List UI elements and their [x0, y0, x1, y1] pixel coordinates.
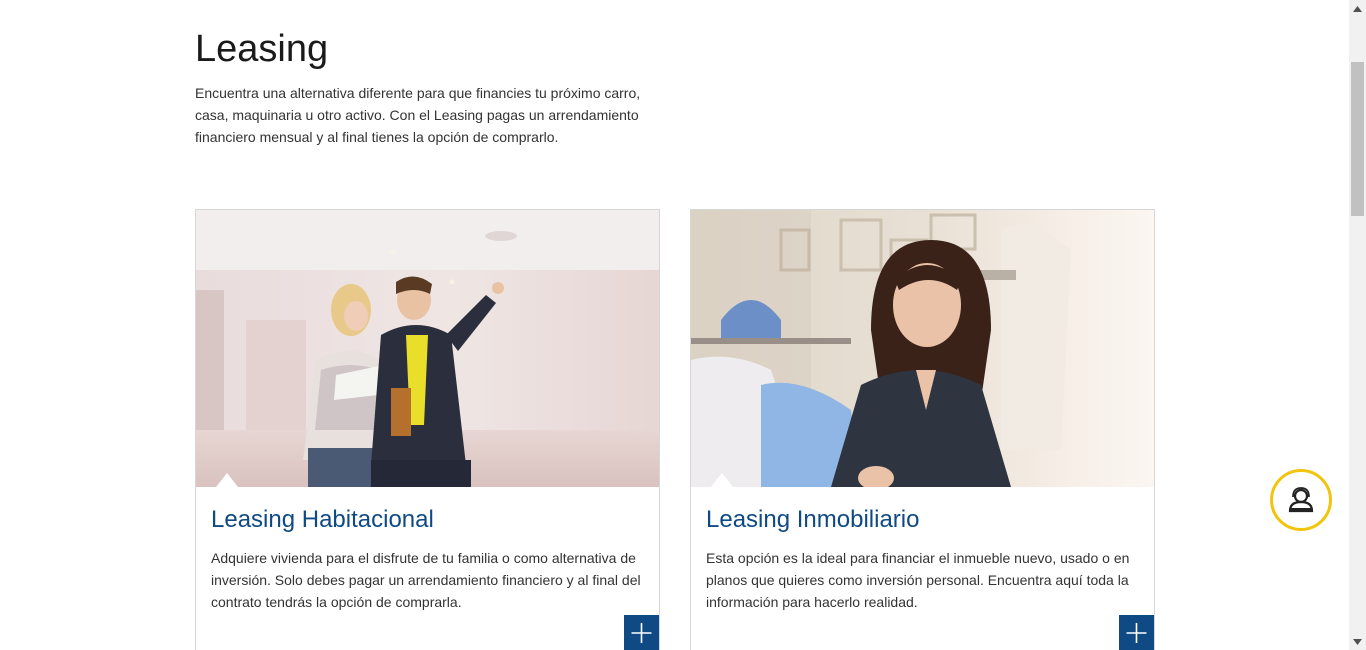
scroll-down-arrow[interactable]	[1349, 633, 1366, 650]
expand-button[interactable]	[624, 615, 659, 650]
chevron-up-icon	[1353, 5, 1362, 12]
plus-icon	[631, 623, 652, 643]
chevron-down-icon	[1353, 638, 1362, 645]
card-title[interactable]: Leasing Habitacional	[211, 506, 434, 534]
scrollbar-thumb[interactable]	[1351, 62, 1364, 216]
assistant-icon	[1288, 487, 1314, 513]
scroll-up-arrow[interactable]	[1349, 0, 1366, 17]
image-notch	[216, 473, 238, 487]
page: Leasing Encuentra una alternativa difere…	[0, 0, 1349, 650]
card-image-couple	[196, 210, 659, 487]
card-image-shop-owner	[691, 210, 1154, 487]
image-notch	[711, 473, 733, 487]
page-title: Leasing	[195, 28, 329, 70]
assistant-button[interactable]	[1270, 469, 1332, 531]
card-leasing-habitacional[interactable]: Leasing Habitacional Adquiere vivienda p…	[195, 209, 660, 650]
vertical-scrollbar[interactable]	[1349, 0, 1366, 650]
card-description: Esta opción es la ideal para financiar e…	[706, 550, 1130, 610]
card-description: Adquiere vivienda para el disfrute de tu…	[211, 550, 641, 610]
card-title[interactable]: Leasing Inmobiliario	[706, 506, 919, 534]
expand-button[interactable]	[1119, 615, 1154, 650]
card-leasing-inmobiliario[interactable]: Leasing Inmobiliario Esta opción es la i…	[690, 209, 1155, 650]
page-intro: Encuentra una alternativa diferente para…	[195, 85, 641, 145]
plus-icon	[1126, 623, 1147, 643]
